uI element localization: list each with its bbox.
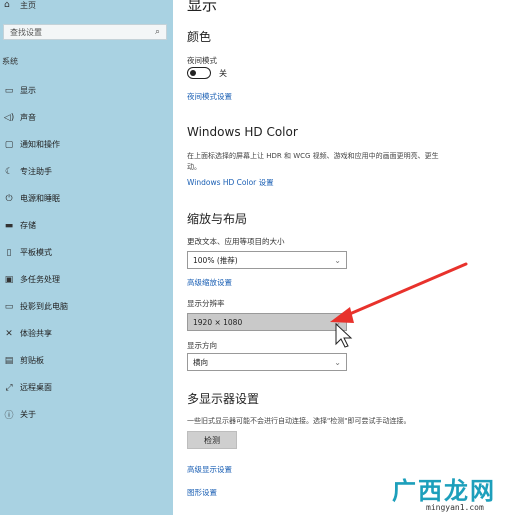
sidebar-item-label: 剪贴板 xyxy=(20,356,44,365)
night-light-toggle[interactable] xyxy=(187,67,211,79)
scale-dropdown[interactable]: 100% (推荐) ⌄ xyxy=(187,251,347,269)
notification-icon: ▢ xyxy=(4,139,14,150)
hd-color-heading: Windows HD Color xyxy=(187,125,298,139)
tablet-icon: ▯ xyxy=(6,247,12,258)
sidebar-item-display[interactable]: ▭ 显示 xyxy=(0,77,173,104)
orientation-value: 横向 xyxy=(193,357,208,367)
sidebar-item-sound[interactable]: ◁) 声音 xyxy=(0,104,173,131)
chevron-down-icon: ⌄ xyxy=(334,255,341,265)
home-label: 主页 xyxy=(20,0,36,10)
sidebar-item-notifications[interactable]: ▢ 通知和操作 xyxy=(0,131,173,158)
sidebar-item-focus-assist[interactable]: ☾ 专注助手 xyxy=(0,158,173,185)
detect-button[interactable]: 检测 xyxy=(187,431,237,449)
sidebar-nav: ▭ 显示 ◁) 声音 ▢ 通知和操作 ☾ 专注助手 ⏻ 电源和睡眠 ▬ 存储 ▯ 平板模式 ▣… xyxy=(0,77,173,428)
clipboard-icon: ▤ xyxy=(4,355,14,366)
advanced-scaling-link[interactable]: 高级缩放设置 xyxy=(187,277,232,288)
scale-value: 100% (推荐) xyxy=(193,255,238,265)
sidebar-item-label: 关于 xyxy=(20,410,36,419)
night-light-state: 关 xyxy=(219,69,227,78)
sidebar-item-power[interactable]: ⏻ 电源和睡眠 xyxy=(0,185,173,212)
speaker-icon: ◁) xyxy=(3,112,15,123)
night-light-label: 夜间模式 xyxy=(187,56,217,65)
storage-icon: ▬ xyxy=(4,220,14,231)
sidebar-item-shared-experiences[interactable]: ✕ 体验共享 xyxy=(0,320,173,347)
search-icon[interactable]: ⌕ xyxy=(155,27,160,37)
search-input[interactable]: 查找设置 xyxy=(10,27,155,38)
multi-display-description: 一些旧式显示器可能不会进行自动连接。选择"检测"即可尝试手动连接。 xyxy=(187,417,411,425)
sidebar-item-remote-desktop[interactable]: ⤢ 远程桌面 xyxy=(0,374,173,401)
scale-layout-heading: 缩放与布局 xyxy=(187,212,248,226)
text-size-label: 更改文本、应用等项目的大小 xyxy=(187,237,285,246)
project-icon: ▭ xyxy=(4,301,14,312)
sidebar-item-projecting[interactable]: ▭ 投影到此电脑 xyxy=(0,293,173,320)
watermark-text: 广西龙网 xyxy=(392,477,496,505)
remote-desktop-icon: ⤢ xyxy=(5,382,13,393)
power-icon: ⏻ xyxy=(5,193,13,204)
sidebar: ⌂ 主页 查找设置 ⌕ 系统 ▭ 显示 ◁) 声音 ▢ 通知和操作 ☾ 专注助手 ⏻ 电源… xyxy=(0,0,173,515)
multi-display-heading: 多显示器设置 xyxy=(187,392,260,406)
sidebar-item-label: 远程桌面 xyxy=(20,383,52,392)
sidebar-item-label: 投影到此电脑 xyxy=(20,302,68,311)
resolution-dropdown[interactable]: 1920 × 1080 ⌄ xyxy=(187,313,347,331)
sidebar-item-label: 体验共享 xyxy=(20,329,52,338)
multitask-icon: ▣ xyxy=(4,274,14,285)
home-link[interactable]: ⌂ 主页 xyxy=(4,0,36,11)
watermark: 广西龙网 mingyan1.com xyxy=(372,470,520,515)
night-light-settings-link[interactable]: 夜间模式设置 xyxy=(187,91,232,102)
sidebar-item-label: 通知和操作 xyxy=(20,140,60,149)
sidebar-item-label: 专注助手 xyxy=(20,167,52,176)
orientation-dropdown[interactable]: 横向 ⌄ xyxy=(187,353,347,371)
watermark-url: mingyan1.com xyxy=(426,503,484,512)
sidebar-item-about[interactable]: ⓘ 关于 xyxy=(0,401,173,428)
shared-experience-icon: ✕ xyxy=(5,328,13,339)
sidebar-item-label: 多任务处理 xyxy=(20,275,60,284)
advanced-display-link[interactable]: 高级显示设置 xyxy=(187,464,232,475)
sidebar-item-multitasking[interactable]: ▣ 多任务处理 xyxy=(0,266,173,293)
sidebar-item-storage[interactable]: ▬ 存储 xyxy=(0,212,173,239)
sidebar-item-label: 显示 xyxy=(20,86,36,95)
sidebar-item-label: 声音 xyxy=(20,113,36,122)
color-heading: 颜色 xyxy=(187,30,212,44)
sidebar-item-label: 平板模式 xyxy=(20,248,52,257)
hd-color-settings-link[interactable]: Windows HD Color 设置 xyxy=(187,177,274,188)
home-icon: ⌂ xyxy=(4,0,10,10)
orientation-label: 显示方向 xyxy=(187,341,217,350)
section-label: 系统 xyxy=(2,57,18,66)
resolution-value: 1920 × 1080 xyxy=(193,317,243,327)
sidebar-item-label: 存储 xyxy=(20,221,36,230)
main-content: 显示 颜色 夜间模式 关 夜间模式设置 Windows HD Color 在上面… xyxy=(173,0,520,515)
chevron-down-icon: ⌄ xyxy=(334,317,341,327)
sidebar-item-label: 电源和睡眠 xyxy=(20,194,60,203)
graphics-settings-link[interactable]: 图形设置 xyxy=(187,487,217,498)
resolution-label: 显示分辨率 xyxy=(187,299,225,308)
info-icon: ⓘ xyxy=(4,411,14,421)
page-title: 显示 xyxy=(187,0,218,14)
search-box[interactable]: 查找设置 ⌕ xyxy=(3,24,167,40)
chevron-down-icon: ⌄ xyxy=(334,357,341,367)
moon-icon: ☾ xyxy=(4,166,14,177)
sidebar-item-tablet-mode[interactable]: ▯ 平板模式 xyxy=(0,239,173,266)
hd-color-description: 在上面标选择的屏幕上让 HDR 和 WCG 视频、游戏和应用中的画面更明亮、更生… xyxy=(187,152,439,171)
sidebar-item-clipboard[interactable]: ▤ 剪贴板 xyxy=(0,347,173,374)
monitor-icon: ▭ xyxy=(4,85,14,96)
